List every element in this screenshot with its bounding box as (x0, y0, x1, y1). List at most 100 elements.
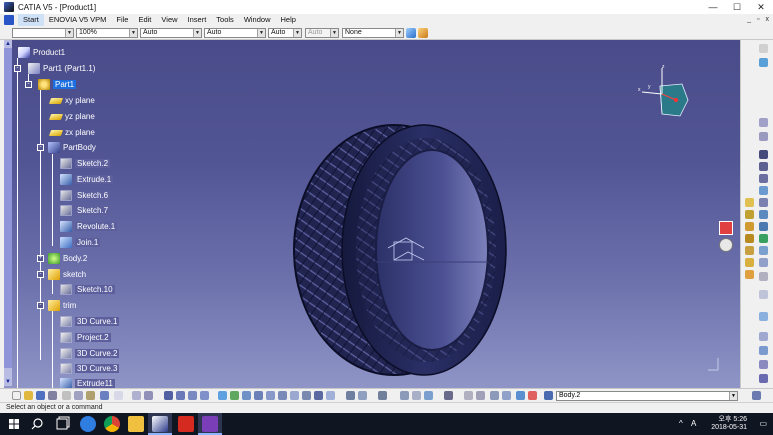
view-mode-icon[interactable] (326, 391, 335, 400)
analysis-tool-icon[interactable] (759, 312, 768, 321)
shell-tool-icon[interactable] (759, 210, 768, 219)
tools-options-icon[interactable] (476, 391, 485, 400)
tree-item-body2[interactable]: Body.2 (48, 253, 87, 264)
tree-expander[interactable]: - (37, 144, 44, 151)
menu-window[interactable]: Window (239, 14, 276, 26)
pan-icon[interactable] (188, 391, 197, 400)
video-icon[interactable] (444, 391, 453, 400)
tree-item-partbody[interactable]: PartBody (48, 142, 96, 153)
tree-item-3d-curve1[interactable]: 3D Curve.1 (60, 316, 120, 327)
taskbar-explorer[interactable] (124, 413, 148, 435)
pad-tool-icon[interactable] (759, 150, 768, 159)
constraint-tool-icon[interactable] (759, 290, 768, 299)
tree-expander[interactable]: - (25, 81, 32, 88)
thread-tool-icon[interactable] (759, 222, 768, 231)
transparency-combo[interactable]: 100% ▼ (76, 28, 138, 38)
menu-enovia[interactable]: ENOVIA V5 VPM (44, 14, 112, 26)
catalog-browser-icon[interactable] (752, 391, 761, 400)
workbench-icon[interactable] (378, 391, 387, 400)
ime-indicator[interactable]: A (691, 419, 696, 428)
menu-file[interactable]: File (111, 14, 133, 26)
fit-all-icon[interactable] (176, 391, 185, 400)
grid-icon[interactable] (464, 391, 473, 400)
scroll-up-icon[interactable]: ▲ (4, 40, 12, 48)
swap-space-icon[interactable] (302, 391, 311, 400)
scroll-thumb[interactable] (4, 48, 12, 368)
painter-icon[interactable] (406, 28, 416, 38)
taskbar-acrobat[interactable] (174, 413, 198, 435)
task-view-button[interactable] (50, 413, 74, 435)
curve-tool-icon[interactable] (759, 132, 768, 141)
taskbar-catia[interactable] (148, 413, 172, 435)
close-button[interactable]: ✕ (749, 0, 773, 14)
tree-item-project2[interactable]: Project.2 (60, 332, 111, 343)
annotation-tool-icon[interactable] (759, 272, 768, 281)
taskbar-edge[interactable] (76, 413, 100, 435)
catalog-tool-icon[interactable] (759, 360, 768, 369)
tree-expander[interactable]: - (37, 302, 44, 309)
menu-view[interactable]: View (156, 14, 182, 26)
scan-icon[interactable] (502, 391, 511, 400)
layer-combo[interactable]: None ▼ (342, 28, 404, 38)
doc-restore-button[interactable]: ▫ (757, 14, 759, 26)
tire-model-icon[interactable] (4, 40, 740, 388)
iso-view-icon[interactable] (266, 391, 275, 400)
hide-show-icon[interactable] (290, 391, 299, 400)
fillet-tool-icon[interactable] (745, 198, 754, 207)
maximize-button[interactable]: ☐ (725, 0, 749, 14)
formula-icon[interactable] (132, 391, 141, 400)
tree-item-sketch6[interactable]: Sketch.6 (60, 190, 111, 201)
pocket-tool-icon[interactable] (759, 162, 768, 171)
chamfer-tool-icon[interactable] (759, 198, 768, 207)
exit-workbench-icon[interactable] (719, 221, 733, 235)
undo-icon[interactable] (100, 391, 109, 400)
properties-icon[interactable] (418, 28, 428, 38)
tree-item-part1-instance[interactable]: Part1 (Part1.1) (28, 63, 95, 74)
sketch-tool-icon[interactable] (759, 44, 768, 53)
taskbar-chrome[interactable] (100, 413, 124, 435)
paste-icon[interactable] (86, 391, 95, 400)
tree-item-zx-plane[interactable]: zx plane (48, 127, 95, 138)
whats-this-icon[interactable] (114, 391, 123, 400)
knowledge-tool-icon[interactable] (759, 374, 768, 383)
tree-item-extrude1[interactable]: Extrude.1 (60, 174, 114, 185)
hole-tool-icon[interactable] (759, 186, 768, 195)
3d-viewport[interactable]: Product1 Part1 (Part1.1) Part1 xy plane … (4, 40, 740, 388)
cut-icon[interactable] (62, 391, 71, 400)
tree-expander[interactable]: - (37, 271, 44, 278)
render-style-icon[interactable] (314, 391, 323, 400)
define-in-work-icon[interactable] (544, 391, 553, 400)
new-file-icon[interactable] (12, 391, 21, 400)
menu-edit[interactable]: Edit (133, 14, 156, 26)
color-combo[interactable]: ▼ (12, 28, 74, 38)
draft-tool-icon[interactable] (745, 210, 754, 219)
compass-icon[interactable]: z x y (636, 64, 692, 120)
taskbar-search-button[interactable] (26, 413, 50, 435)
save-icon[interactable] (36, 391, 45, 400)
rotate-icon[interactable] (200, 391, 209, 400)
normal-view-icon[interactable] (242, 391, 251, 400)
tree-item-sketch-set[interactable]: sketch (48, 269, 86, 280)
axis-system-icon[interactable] (490, 391, 499, 400)
menu-start[interactable]: Start (18, 14, 44, 26)
tree-expander[interactable]: + (37, 255, 44, 262)
apply-material-icon[interactable] (759, 332, 768, 341)
tree-item-3d-curve3[interactable]: 3D Curve.3 (60, 363, 120, 374)
tree-item-join1[interactable]: Join.1 (60, 237, 101, 248)
shaft-tool-icon[interactable] (759, 174, 768, 183)
scale-tool-icon[interactable] (759, 258, 768, 267)
point-symbol-combo[interactable]: Auto ▼ (268, 28, 302, 38)
notification-icon[interactable]: ▭ (759, 419, 767, 428)
insert-body-icon[interactable] (516, 391, 525, 400)
tree-item-trim-set[interactable]: trim (48, 300, 76, 311)
multi-view-icon[interactable] (254, 391, 263, 400)
zoom-in-icon[interactable] (218, 391, 227, 400)
tree-item-3d-curve2[interactable]: 3D Curve.2 (60, 348, 120, 359)
tree-item-xy-plane[interactable]: xy plane (48, 95, 95, 106)
open-file-icon[interactable] (24, 391, 33, 400)
zoom-out-icon[interactable] (230, 391, 239, 400)
menu-tools[interactable]: Tools (211, 14, 239, 26)
taskbar-visual-studio[interactable] (198, 413, 222, 435)
mirror-tool-icon[interactable] (745, 246, 754, 255)
measure-between-icon[interactable] (358, 391, 367, 400)
